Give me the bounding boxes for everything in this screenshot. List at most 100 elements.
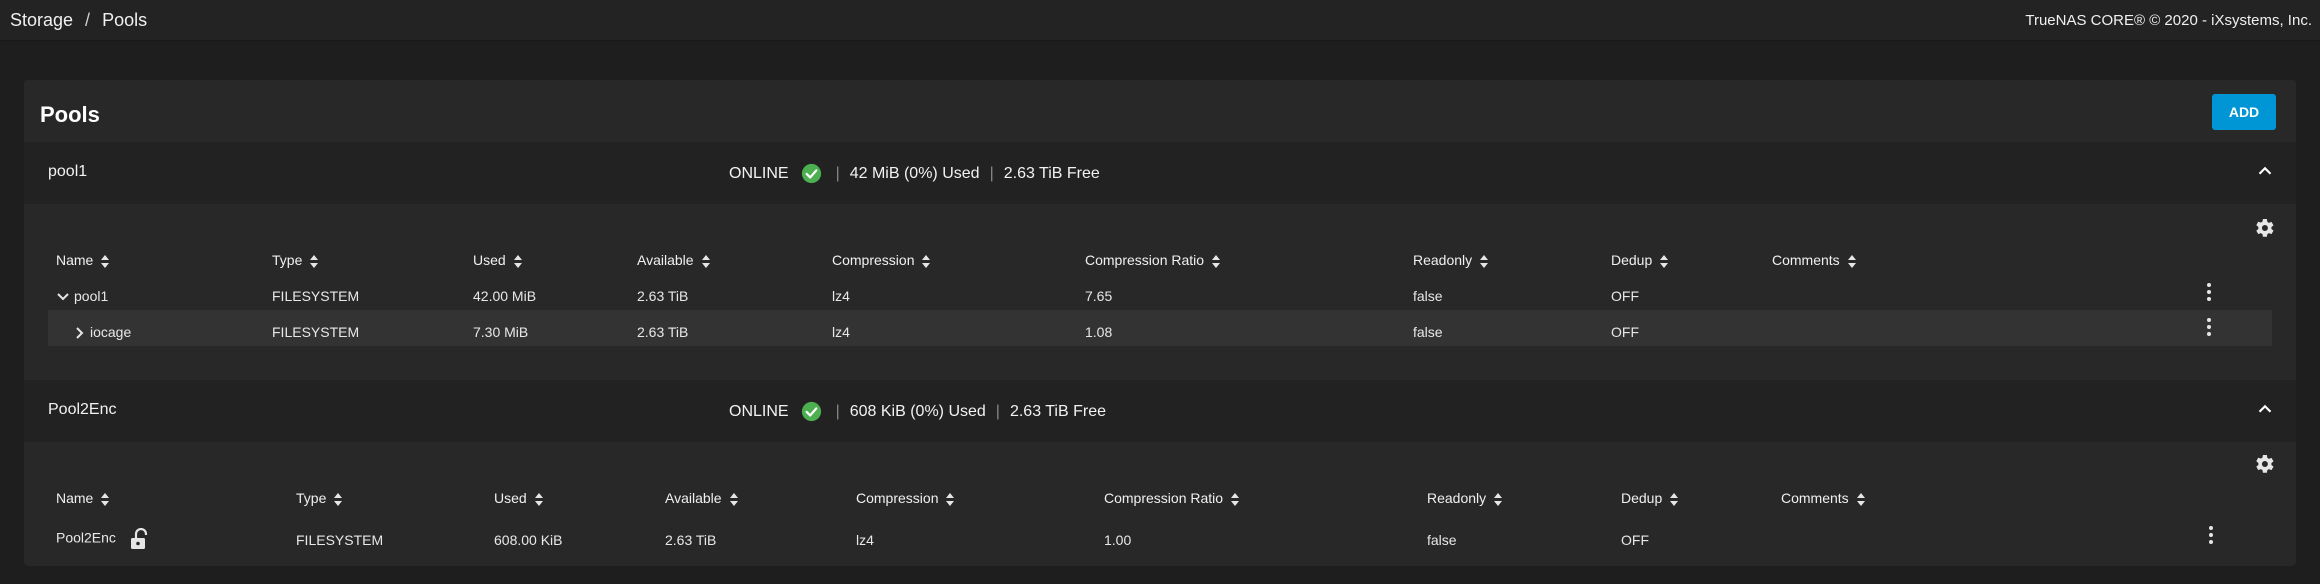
- breadcrumb-pools: Pools: [102, 10, 148, 30]
- divider: |: [995, 402, 1000, 420]
- column-header-comments[interactable]: Comments: [1772, 252, 1856, 268]
- column-header-compression[interactable]: Compression: [832, 252, 931, 268]
- more-vert-icon[interactable]: [2203, 317, 2215, 337]
- sort-icon: [946, 492, 955, 506]
- pool-name: pool1: [48, 163, 88, 180]
- page-title: Pools: [40, 102, 100, 127]
- sort-icon: [1670, 492, 1679, 506]
- breadcrumb: Storage / Pools: [10, 10, 147, 31]
- sort-icon: [101, 492, 110, 506]
- cell-compression: lz4: [832, 324, 850, 340]
- sort-icon: [1856, 492, 1865, 506]
- cell-readonly: false: [1413, 324, 1443, 340]
- sort-icon: [101, 254, 110, 268]
- sort-icon: [310, 254, 319, 268]
- cell-type: FILESYSTEM: [296, 532, 384, 548]
- chevron-right-icon[interactable]: [72, 326, 86, 340]
- column-header-readonly[interactable]: Readonly: [1427, 490, 1503, 506]
- top-bar: Storage / Pools TrueNAS CORE® © 2020 - iXs…: [0, 0, 2320, 41]
- pool-name: Pool2Enc: [48, 401, 117, 418]
- breadcrumb-separator: /: [85, 10, 91, 30]
- used-stat: 42 MiB (0%) Used: [849, 164, 980, 182]
- cell-used: 7.30 MiB: [473, 324, 529, 340]
- table-row[interactable]: [48, 310, 2272, 346]
- cell-compression-ratio: 7.65: [1085, 288, 1113, 304]
- cell-used: 42.00 MiB: [473, 288, 537, 304]
- column-header-available[interactable]: Available: [637, 252, 710, 268]
- pool-table-pool2enc: Name Type Used Available Compression Com…: [24, 442, 2296, 560]
- column-header-name[interactable]: Name: [56, 490, 110, 506]
- sort-icon: [1660, 254, 1669, 268]
- chevron-up-icon[interactable]: [2254, 160, 2276, 182]
- copyright-text: TrueNAS CORE® © 2020 - iXsystems, Inc.: [2025, 12, 2312, 29]
- sort-icon: [1480, 254, 1489, 268]
- divider: |: [835, 164, 840, 182]
- cell-type: FILESYSTEM: [272, 288, 360, 304]
- add-button[interactable]: ADD: [2212, 94, 2276, 130]
- cell-readonly: false: [1413, 288, 1443, 304]
- column-header-readonly[interactable]: Readonly: [1413, 252, 1489, 268]
- more-vert-icon[interactable]: [2205, 525, 2217, 545]
- sort-icon: [534, 492, 543, 506]
- divider: |: [989, 164, 994, 182]
- pool-status: ONLINE | 42 MiB (0%) Used | 2.63 TiB Fre…: [729, 163, 1110, 184]
- column-header-type[interactable]: Type: [272, 252, 319, 268]
- table-row-name[interactable]: Pool2Enc: [56, 528, 150, 550]
- column-header-used[interactable]: Used: [494, 490, 543, 506]
- column-header-compression-ratio[interactable]: Compression Ratio: [1104, 490, 1240, 506]
- more-vert-icon[interactable]: [2203, 282, 2215, 302]
- check-circle-icon: [801, 163, 821, 184]
- pool-header-pool1[interactable]: pool1 ONLINE | 42 MiB (0%) Used | 2.63 T…: [24, 142, 2296, 204]
- cell-available: 2.63 TiB: [637, 324, 689, 340]
- cell-type: FILESYSTEM: [272, 324, 360, 340]
- pools-card: Pools ADD pool1 ONLINE | 42 MiB (0%) Use…: [24, 80, 2296, 566]
- sort-icon: [1847, 254, 1856, 268]
- cell-compression: lz4: [832, 288, 850, 304]
- cell-compression-ratio: 1.00: [1104, 532, 1132, 548]
- pool-table-pool1: Name Type Used Available Compression Com…: [24, 204, 2296, 346]
- gear-icon[interactable]: [2252, 216, 2276, 240]
- sort-icon: [1212, 254, 1221, 268]
- cell-dedup: OFF: [1621, 532, 1649, 548]
- status-text: ONLINE: [729, 164, 789, 182]
- breadcrumb-storage[interactable]: Storage: [10, 10, 73, 30]
- cell-compression: lz4: [856, 532, 874, 548]
- column-header-available[interactable]: Available: [665, 490, 738, 506]
- status-text: ONLINE: [729, 402, 789, 420]
- sort-icon: [334, 492, 343, 506]
- lock-open-icon[interactable]: [130, 528, 150, 550]
- sort-icon: [729, 492, 738, 506]
- free-stat: 2.63 TiB Free: [1009, 402, 1106, 420]
- check-circle-icon: [801, 401, 821, 422]
- cell-compression-ratio: 1.08: [1085, 324, 1113, 340]
- sort-icon: [1231, 492, 1240, 506]
- column-header-type[interactable]: Type: [296, 490, 343, 506]
- cell-dedup: OFF: [1611, 288, 1639, 304]
- chevron-down-icon[interactable]: [56, 290, 70, 304]
- pool-header-pool2enc[interactable]: Pool2Enc ONLINE | 608 KiB (0%) Used | 2.…: [24, 380, 2296, 442]
- column-header-dedup[interactable]: Dedup: [1621, 490, 1679, 506]
- cell-dedup: OFF: [1611, 324, 1639, 340]
- cell-used: 608.00 KiB: [494, 532, 563, 548]
- pool-status: ONLINE | 608 KiB (0%) Used | 2.63 TiB Fr…: [729, 401, 1116, 422]
- used-stat: 608 KiB (0%) Used: [849, 402, 986, 420]
- free-stat: 2.63 TiB Free: [1003, 164, 1100, 182]
- column-header-name[interactable]: Name: [56, 252, 110, 268]
- cell-readonly: false: [1427, 532, 1457, 548]
- sort-icon: [1494, 492, 1503, 506]
- column-header-compression[interactable]: Compression: [856, 490, 955, 506]
- column-header-used[interactable]: Used: [473, 252, 522, 268]
- column-header-dedup[interactable]: Dedup: [1611, 252, 1669, 268]
- cell-available: 2.63 TiB: [665, 532, 717, 548]
- chevron-up-icon[interactable]: [2254, 398, 2276, 420]
- gear-icon[interactable]: [2252, 452, 2276, 476]
- table-row-name[interactable]: iocage: [72, 324, 131, 340]
- table-row-name[interactable]: pool1: [56, 288, 108, 304]
- column-header-comments[interactable]: Comments: [1781, 490, 1865, 506]
- sort-icon: [513, 254, 522, 268]
- divider: |: [835, 402, 840, 420]
- sort-icon: [922, 254, 931, 268]
- cell-available: 2.63 TiB: [637, 288, 689, 304]
- column-header-compression-ratio[interactable]: Compression Ratio: [1085, 252, 1221, 268]
- sort-icon: [701, 254, 710, 268]
